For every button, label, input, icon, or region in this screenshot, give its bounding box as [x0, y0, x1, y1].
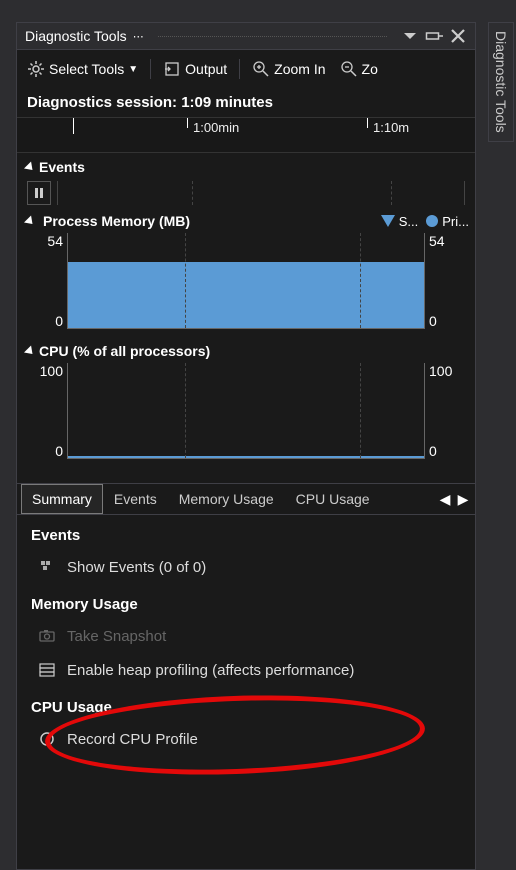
heap-icon [37, 661, 57, 679]
enable-heap-profiling-button[interactable]: Enable heap profiling (affects performan… [17, 653, 475, 687]
tab-scroll-right-button[interactable]: ▶ [455, 489, 471, 509]
events-section-header[interactable]: Events [17, 153, 475, 179]
process-memory-title: Process Memory (MB) [43, 213, 190, 229]
cpu-chart[interactable]: 100 0 100 0 [25, 363, 467, 459]
summary-cpu-title: CPU Usage [17, 687, 475, 722]
diagnostic-tools-panel: Diagnostic Tools ⋯ Select Tools ▼ Output [16, 22, 476, 870]
tab-events[interactable]: Events [103, 484, 168, 514]
titlebar-spacer [158, 36, 387, 37]
session-label: Diagnostics session: 1:09 minutes [17, 88, 475, 117]
axis-tick: 0 [429, 313, 437, 329]
axis-tick: 100 [429, 363, 452, 379]
tab-summary[interactable]: Summary [21, 484, 103, 514]
legend-private-label: Pri... [442, 214, 469, 229]
window-title: Diagnostic Tools [25, 28, 127, 44]
zoom-out-label: Zo [362, 61, 378, 77]
memory-plot-area[interactable] [67, 233, 425, 329]
select-tools-label: Select Tools [49, 61, 124, 77]
events-section-title: Events [39, 159, 85, 175]
output-label: Output [185, 61, 227, 77]
title-overflow-dots: ⋯ [127, 30, 150, 43]
timeline-label: 1:10m [373, 120, 409, 135]
summary-events-title: Events [17, 515, 475, 550]
events-lane[interactable] [57, 181, 465, 205]
window-pin-button[interactable] [425, 27, 443, 45]
y-axis-right: 100 0 [425, 363, 467, 459]
titlebar: Diagnostic Tools ⋯ [17, 23, 475, 50]
timeline-tick [367, 118, 368, 128]
window-close-button[interactable] [449, 27, 467, 45]
cpu-section-header[interactable]: CPU (% of all processors) [17, 337, 475, 363]
y-axis-right: 54 0 [425, 233, 467, 329]
zoom-out-button[interactable]: Zo [334, 56, 384, 82]
toolbar: Select Tools ▼ Output Zoom In Zo [17, 50, 475, 88]
legend-private: Pri... [426, 214, 469, 229]
tab-scroll-left-button[interactable]: ◀ [437, 489, 453, 509]
take-snapshot-button: Take Snapshot [17, 619, 475, 653]
output-button[interactable]: Output [157, 56, 233, 82]
zoom-in-icon [252, 60, 270, 78]
enable-heap-label: Enable heap profiling (affects performan… [67, 662, 354, 679]
camera-icon [37, 627, 57, 645]
disclosure-triangle-icon [24, 161, 36, 173]
record-cpu-label: Record CPU Profile [67, 731, 198, 748]
output-icon [163, 60, 181, 78]
snapshot-marker-icon [381, 215, 395, 227]
y-axis-left: 54 0 [25, 233, 67, 329]
show-events-link[interactable]: Show Events (0 of 0) [17, 550, 475, 584]
sidebar-tab-diagnostic-tools[interactable]: Diagnostic Tools [488, 22, 514, 142]
window-dropdown-button[interactable] [401, 27, 419, 45]
gear-icon [27, 60, 45, 78]
events-lane-row [17, 179, 475, 207]
pause-events-button[interactable] [27, 181, 51, 205]
tab-memory-usage[interactable]: Memory Usage [168, 484, 285, 514]
take-snapshot-label: Take Snapshot [67, 628, 166, 645]
timeline-ruler[interactable]: 1:00min 1:10m [17, 117, 475, 153]
tab-scroll-nav: ◀ ▶ [437, 489, 471, 509]
cpu-plot-area[interactable] [67, 363, 425, 459]
memory-series-fill [68, 262, 424, 329]
y-axis-left: 100 0 [25, 363, 67, 459]
zoom-in-button[interactable]: Zoom In [246, 56, 331, 82]
cpu-series-fill [68, 456, 424, 458]
timeline-tick [187, 118, 188, 128]
record-icon [37, 730, 57, 748]
toolbar-separator [239, 59, 240, 79]
axis-tick: 54 [429, 233, 445, 249]
zoom-out-icon [340, 60, 358, 78]
timeline-tick [73, 118, 74, 134]
record-cpu-profile-button[interactable]: Record CPU Profile [17, 722, 475, 756]
legend-snapshot-label: S... [399, 214, 419, 229]
axis-tick: 0 [55, 443, 63, 459]
toolbar-separator [150, 59, 151, 79]
disclosure-triangle-icon [24, 215, 36, 227]
tab-cpu-usage[interactable]: CPU Usage [285, 484, 381, 514]
axis-tick: 0 [429, 443, 437, 459]
chevron-down-icon: ▼ [128, 64, 138, 75]
summary-memory-title: Memory Usage [17, 584, 475, 619]
axis-tick: 54 [47, 233, 63, 249]
summary-tabs: Summary Events Memory Usage CPU Usage ◀ … [17, 483, 475, 515]
disclosure-triangle-icon [24, 345, 36, 357]
process-memory-chart[interactable]: 54 0 54 0 [25, 233, 467, 329]
show-events-label: Show Events (0 of 0) [67, 559, 206, 576]
events-icon [37, 558, 57, 576]
timeline-label: 1:00min [193, 120, 239, 135]
axis-tick: 0 [55, 313, 63, 329]
cpu-section-title: CPU (% of all processors) [39, 343, 210, 359]
private-bytes-marker-icon [426, 215, 438, 227]
zoom-in-label: Zoom In [274, 61, 325, 77]
legend-snapshot: S... [381, 214, 419, 229]
process-memory-header[interactable]: Process Memory (MB) S... Pri... [17, 207, 475, 233]
axis-tick: 100 [40, 363, 63, 379]
select-tools-button[interactable]: Select Tools ▼ [21, 56, 144, 82]
